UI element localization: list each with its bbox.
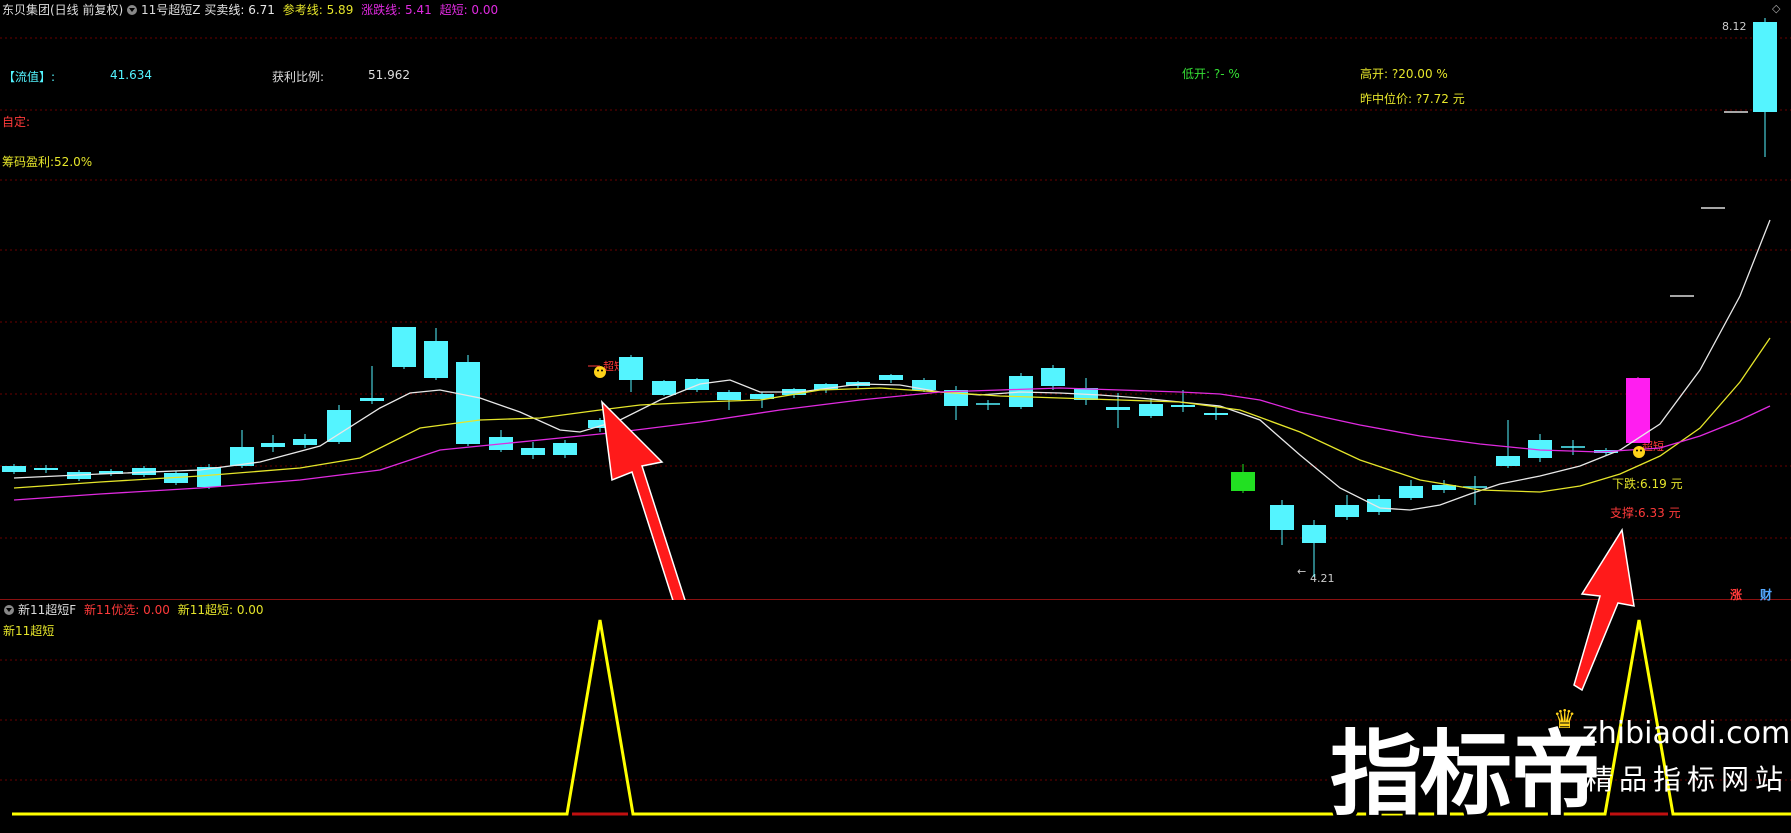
candle-body (1496, 456, 1520, 466)
candle-body (1335, 505, 1359, 517)
smiley-icon (1633, 446, 1645, 458)
candle-body (1171, 405, 1195, 407)
candle-body (1302, 525, 1326, 543)
crown-icon: ♛ (1553, 705, 1577, 735)
candle-body (1270, 505, 1294, 530)
watermark-url: zhibiaodi.com (1582, 716, 1791, 751)
ma-mid-line (13, 337, 1771, 493)
candle-body (293, 439, 317, 445)
candle-body (1041, 368, 1065, 386)
candle-body (717, 392, 741, 400)
candle-body (1231, 472, 1255, 491)
candle-body (1399, 486, 1423, 498)
candlestick-chart (0, 18, 1791, 600)
candle-body (1753, 22, 1777, 112)
candle-body (879, 375, 903, 380)
candle-body (1367, 499, 1391, 512)
candle-body (424, 341, 448, 378)
candle-body (912, 380, 936, 390)
smiley-eye (597, 369, 599, 372)
candle-body (1204, 413, 1228, 415)
smiley-eye (1636, 449, 1638, 452)
candle-body (392, 327, 416, 367)
smiley-icon (594, 366, 606, 378)
smiley-eye (601, 369, 603, 372)
candle-body (34, 468, 58, 470)
arrow-pointer-left (600, 399, 686, 600)
grid-lines (0, 37, 1791, 539)
candles (2, 18, 1777, 577)
candle-body (261, 443, 285, 447)
annotations (588, 365, 1645, 600)
candle-body (619, 357, 643, 380)
candle-body (327, 410, 351, 442)
candle-body (456, 362, 480, 444)
smiley-eye (1640, 449, 1642, 452)
candle-body (2, 466, 26, 472)
candle-body (1106, 407, 1130, 410)
watermark-slogan: 精品指标网站 (1585, 763, 1790, 796)
candle-body (360, 398, 384, 401)
candle-body (553, 443, 577, 455)
candle-body (652, 381, 676, 395)
candle-body (1139, 404, 1163, 416)
main-chart-panel[interactable]: 东贝集团(日线 前复权) 11号超短Z 买卖线: 6.71 参考线: 5.89 … (0, 0, 1791, 602)
candle-body (521, 448, 545, 455)
